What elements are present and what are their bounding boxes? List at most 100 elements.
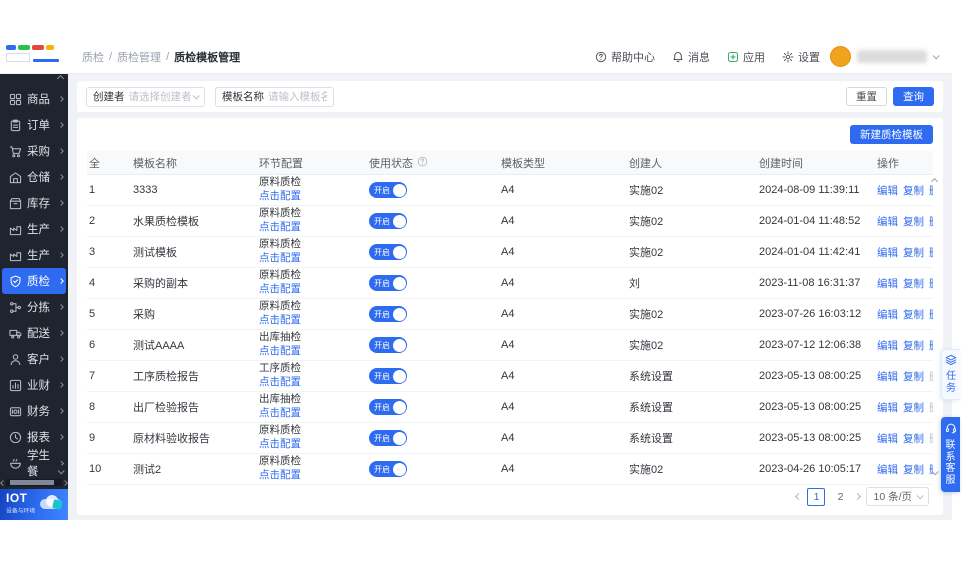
reset-button[interactable]: 重置 (846, 87, 887, 106)
copy-link[interactable]: 复制 (903, 183, 924, 198)
page-number[interactable]: 2 (831, 488, 849, 506)
copy-link[interactable]: 复制 (903, 307, 924, 322)
scroll-left-icon[interactable] (0, 479, 6, 486)
headset-icon (945, 422, 957, 437)
chevron-down-icon[interactable] (932, 52, 940, 60)
edit-link[interactable]: 编辑 (877, 245, 898, 260)
user-menu[interactable] (830, 46, 940, 67)
edit-link[interactable]: 编辑 (877, 307, 898, 322)
config-link[interactable]: 点击配置 (259, 190, 367, 204)
delete-link[interactable]: 删除 (929, 462, 933, 477)
edit-link[interactable]: 编辑 (877, 214, 898, 229)
status-toggle[interactable]: 开启 (369, 306, 407, 322)
status-toggle-label: 开启 (374, 433, 390, 443)
sidebar-item-仓储[interactable]: 仓储 (0, 164, 68, 190)
copy-link[interactable]: 复制 (903, 338, 924, 353)
copy-link[interactable]: 复制 (903, 214, 924, 229)
task-panel-tab[interactable]: 任务 (941, 349, 960, 400)
sidebar-item-学生餐[interactable]: 学生餐 (0, 450, 68, 478)
status-toggle[interactable]: 开启 (369, 213, 407, 229)
edit-link[interactable]: 编辑 (877, 400, 898, 415)
config-link[interactable]: 点击配置 (259, 252, 367, 266)
edit-link[interactable]: 编辑 (877, 462, 898, 477)
status-toggle[interactable]: 开启 (369, 182, 407, 198)
sidebar-item-label: 质检 (27, 276, 50, 288)
scrollbar-track[interactable] (6, 479, 62, 486)
sidebar-item-分拣[interactable]: 分拣 (0, 294, 68, 320)
next-page-icon[interactable] (854, 492, 862, 501)
config-link[interactable]: 点击配置 (259, 376, 367, 390)
status-toggle[interactable]: 开启 (369, 399, 407, 415)
template-table: 全模板名称 环节配置 使用状态 模板类型 创建人 创建时间 操作 1 3333 原料质检 点击配置… (87, 151, 939, 485)
sidebar-item-订单[interactable]: 订单 (0, 112, 68, 138)
status-toggle[interactable]: 开启 (369, 337, 407, 353)
breadcrumb-item[interactable]: 质检管理 (117, 49, 161, 65)
topbar: 质检 / 质检管理 / 质检模板管理 帮助中心 消息 应用 设置 (0, 40, 952, 74)
status-toggle[interactable]: 开启 (369, 368, 407, 384)
page-number[interactable]: 1 (807, 487, 826, 506)
sidebar-item-业财[interactable]: 业财 (0, 372, 68, 398)
config-link[interactable]: 点击配置 (259, 314, 367, 328)
page-size-select[interactable]: 10 条/页 (866, 487, 929, 506)
creator: 系统设置 (629, 371, 673, 383)
table-row: 4 采购的副本 原料质检 点击配置 开启 A4 刘 2023-11-08 16:31:37 编辑… (87, 268, 933, 299)
copy-link[interactable]: 复制 (903, 400, 924, 415)
creator-select[interactable]: 创建者 请选择创建者 (86, 86, 205, 107)
sidebar-item-生产[interactable]: 生产 (0, 216, 68, 242)
config-link[interactable]: 点击配置 (259, 283, 367, 297)
edit-link[interactable]: 编辑 (877, 369, 898, 384)
delete-link[interactable]: 删除 (929, 307, 933, 322)
topbar-item-apps[interactable]: 应用 (727, 49, 765, 65)
sidebar-item-质检[interactable]: 质检 (2, 268, 66, 294)
delete-link[interactable]: 删除 (929, 276, 933, 291)
delete-link[interactable]: 删除 (929, 183, 933, 198)
config-link[interactable]: 点击配置 (259, 221, 367, 235)
copy-link[interactable]: 复制 (903, 462, 924, 477)
copy-link[interactable]: 复制 (903, 369, 924, 384)
scroll-right-icon[interactable] (62, 479, 68, 486)
config-link[interactable]: 点击配置 (259, 407, 367, 421)
config-link[interactable]: 点击配置 (259, 469, 367, 483)
sidebar-item-采购[interactable]: 采购 (0, 138, 68, 164)
avatar[interactable] (830, 46, 851, 67)
edit-link[interactable]: 编辑 (877, 338, 898, 353)
query-button[interactable]: 查询 (893, 87, 934, 106)
sidebar-item-客户[interactable]: 客户 (0, 346, 68, 372)
config-link[interactable]: 点击配置 (259, 345, 367, 359)
edit-link[interactable]: 编辑 (877, 183, 898, 198)
template-name-input[interactable]: 模板名称 请输入模板名称 (215, 86, 334, 107)
prev-page-icon[interactable] (795, 492, 803, 501)
sidebar-item-配送[interactable]: 配送 (0, 320, 68, 346)
status-toggle[interactable]: 开启 (369, 461, 407, 477)
sidebar-item-label: 商品 (27, 94, 50, 106)
sidebar-item-label: 财务 (27, 406, 50, 418)
status-toggle[interactable]: 开启 (369, 275, 407, 291)
sidebar-item-生产[interactable]: 生产 (0, 242, 68, 268)
stage-config-cell: 原料质检 点击配置 (257, 455, 367, 482)
contact-service-tab[interactable]: 联系客服 (941, 417, 960, 492)
sidebar-item-商品[interactable]: 商品 (0, 86, 68, 112)
status-toggle[interactable]: 开启 (369, 430, 407, 446)
scrollbar-thumb[interactable] (10, 480, 55, 485)
status-toggle[interactable]: 开启 (369, 244, 407, 260)
topbar-item-help[interactable]: 帮助中心 (595, 49, 655, 65)
template-type: A4 (501, 308, 515, 320)
copy-link[interactable]: 复制 (903, 245, 924, 260)
sidebar-item-库存[interactable]: 库存 (0, 190, 68, 216)
edit-link[interactable]: 编辑 (877, 276, 898, 291)
sidebar-hscrollbar[interactable] (0, 478, 68, 487)
copy-link[interactable]: 复制 (903, 276, 924, 291)
topbar-item-gear[interactable]: 设置 (782, 49, 820, 65)
breadcrumb-item[interactable]: 质检 (82, 49, 104, 65)
config-link[interactable]: 点击配置 (259, 438, 367, 452)
new-template-button[interactable]: 新建质检模板 (850, 125, 933, 144)
stage-name: 原料质检 (259, 300, 301, 313)
topbar-item-bell[interactable]: 消息 (672, 49, 710, 65)
sidebar-item-财务[interactable]: 财务 (0, 398, 68, 424)
edit-link[interactable]: 编辑 (877, 431, 898, 446)
row-actions: 编辑复制删除 (875, 276, 933, 291)
copy-link[interactable]: 复制 (903, 431, 924, 446)
delete-link[interactable]: 删除 (929, 245, 933, 260)
delete-link[interactable]: 删除 (929, 214, 933, 229)
delete-link[interactable]: 删除 (929, 338, 933, 353)
